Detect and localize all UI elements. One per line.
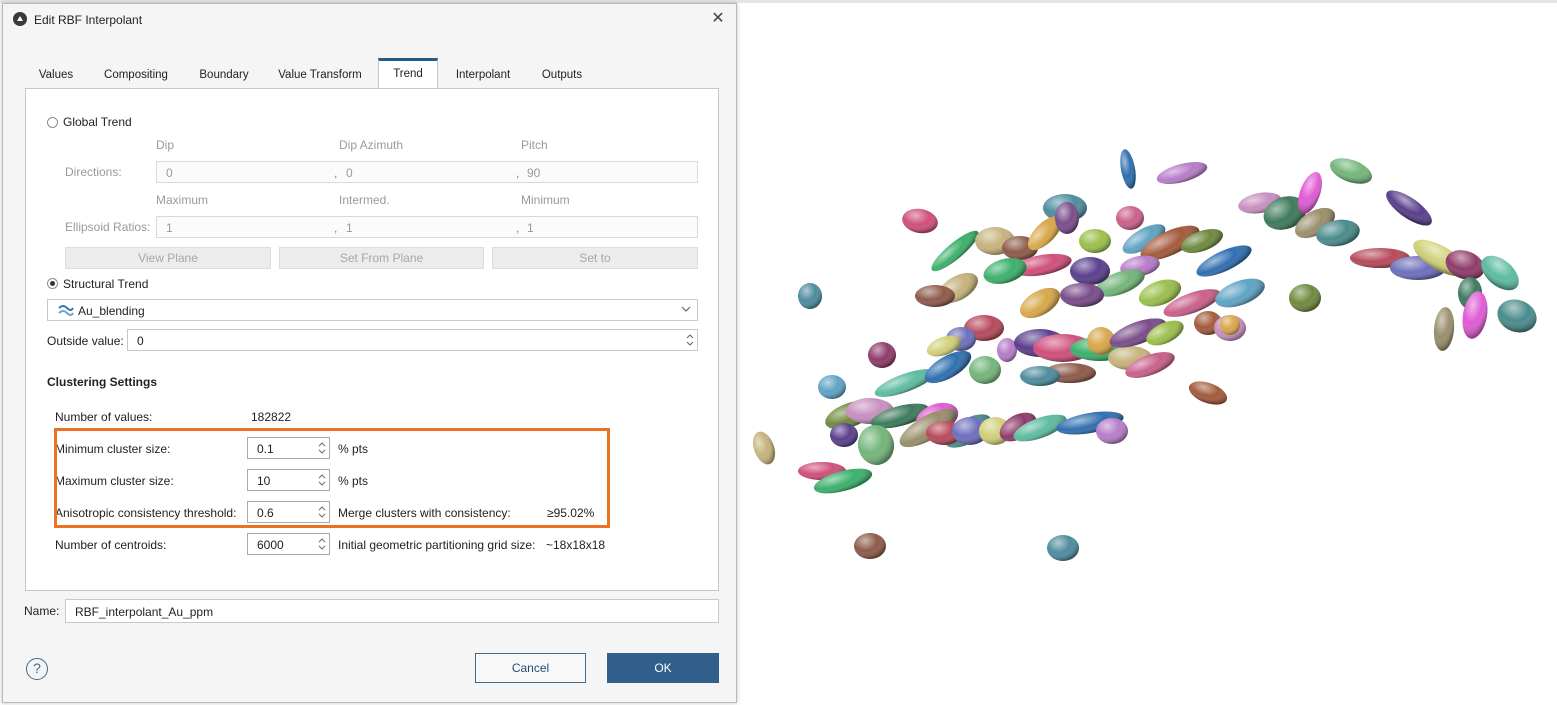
tab-values[interactable]: Values [28,60,84,90]
ratio-intermed-value: 1 [346,221,353,235]
grid-size-label: Initial geometric partitioning grid size… [338,538,536,552]
ratio-max-value: 1 [166,221,173,235]
name-input[interactable]: RBF_interpolant_Au_ppm [65,599,719,623]
directions-field[interactable]: 0 , 0 , 90 [156,161,698,183]
ellipsoid-shading [1096,418,1128,444]
tab-trend[interactable]: Trend [378,58,438,88]
intermed-header: Intermed. [339,193,390,207]
maximum-header: Maximum [156,193,209,207]
number-of-values: 182822 [251,410,292,424]
edit-rbf-dialog: Edit RBF Interpolant ✕ Values Compositin… [2,3,737,703]
structural-trend-select[interactable]: Au_blending [47,299,698,321]
pitch-header: Pitch [521,138,548,152]
ellipsoid-shading [1215,278,1265,308]
dip-azimuth-value: 0 [346,166,353,180]
ellipsoid-shading [1020,287,1060,319]
ellipsoid-cluster [752,149,1537,561]
view-plane-button[interactable]: View Plane [65,247,271,269]
ellipsoid-shading [1329,158,1373,184]
ellipsoid-shading [969,356,1001,384]
ellipsoid-shading [857,425,895,465]
structural-trend-label: Structural Trend [63,277,149,291]
outside-value-input[interactable]: 0 [127,329,698,351]
ellipsoid-shading [868,342,896,368]
title-bar: Edit RBF Interpolant ✕ [3,4,736,34]
ellipsoid-shading [1497,299,1537,333]
structural-trend-icon [58,305,74,316]
spinner-arrows-icon[interactable] [686,332,694,348]
ellipsoid-shading [874,369,936,397]
minimum-header: Minimum [521,193,570,207]
ellipsoid-shading [931,230,979,272]
ellipsoid-shading [818,375,846,399]
ellipsoid-shading [1020,366,1060,386]
tab-value-transform[interactable]: Value Transform [270,60,370,90]
ellipsoid-shading [1386,190,1432,226]
highlight-box [54,428,610,528]
ellipsoid-shading [830,423,858,447]
global-trend-label: Global Trend [63,115,132,129]
number-of-values-label: Number of values: [55,410,153,424]
ellipsoid-shading [1289,284,1321,312]
ratio-min-value: 1 [527,221,534,235]
pitch-value: 90 [527,166,541,180]
outside-value-label: Outside value: [47,334,124,348]
ellipsoid-shading [1070,257,1110,285]
clustering-settings-heading: Clustering Settings [47,375,158,389]
structural-trend-radio[interactable] [47,278,58,289]
ellipsoid-shading [1060,283,1104,307]
dip-azimuth-header: Dip Azimuth [339,138,404,152]
ellipsoid-shading [915,285,955,307]
ellipsoid-shading [997,338,1017,362]
ellipsoid-shading [1055,202,1079,234]
ellipsoid-ratios-label: Ellipsoid Ratios: [65,220,151,234]
global-trend-radio[interactable] [47,117,58,128]
ellipsoid-shading [752,431,776,465]
scene-viewport[interactable] [740,3,1557,705]
tab-interpolant[interactable]: Interpolant [445,60,521,90]
tab-boundary[interactable]: Boundary [188,60,260,90]
structural-trend-value: Au_blending [78,304,145,318]
ellipsoid-shading [798,283,822,309]
app-logo-icon [13,12,27,26]
ellipsoid-ratios-field[interactable]: 1 , 1 , 1 [156,216,698,238]
trend-panel: Global Trend Dip Dip Azimuth Pitch Direc… [25,88,719,591]
set-to-button[interactable]: Set to [492,247,698,269]
grid-size-value: ~18x18x18 [546,538,606,552]
centroids-input[interactable]: 6000 [247,533,330,555]
name-label: Name: [24,604,60,618]
dip-value: 0 [166,166,173,180]
ellipsoid-shading [1433,307,1455,351]
ellipsoid-shading [1120,149,1136,189]
chevron-down-icon [681,306,691,312]
help-icon[interactable]: ? [26,658,48,680]
spinner-arrows-icon[interactable] [318,536,326,552]
set-from-plane-button[interactable]: Set From Plane [279,247,484,269]
ellipsoid-shading [1220,315,1240,335]
ellipsoid-shading [1047,535,1079,561]
ellipsoid-shading [854,533,886,559]
ellipsoid-shading [1156,162,1208,184]
ellipsoid-shading [902,208,938,234]
dip-header: Dip [156,138,175,152]
centroids-label: Number of centroids: [55,538,167,552]
ellipsoid-shading [1116,206,1144,230]
ellipsoid-shading [1188,381,1228,405]
tab-outputs[interactable]: Outputs [530,60,594,90]
ok-button[interactable]: OK [607,653,719,683]
dialog-title: Edit RBF Interpolant [34,13,143,27]
directions-label: Directions: [65,165,122,179]
cancel-button[interactable]: Cancel [475,653,586,683]
tab-compositing[interactable]: Compositing [95,60,177,90]
close-icon[interactable]: ✕ [708,9,728,29]
ellipsoid-shading [1079,229,1111,253]
